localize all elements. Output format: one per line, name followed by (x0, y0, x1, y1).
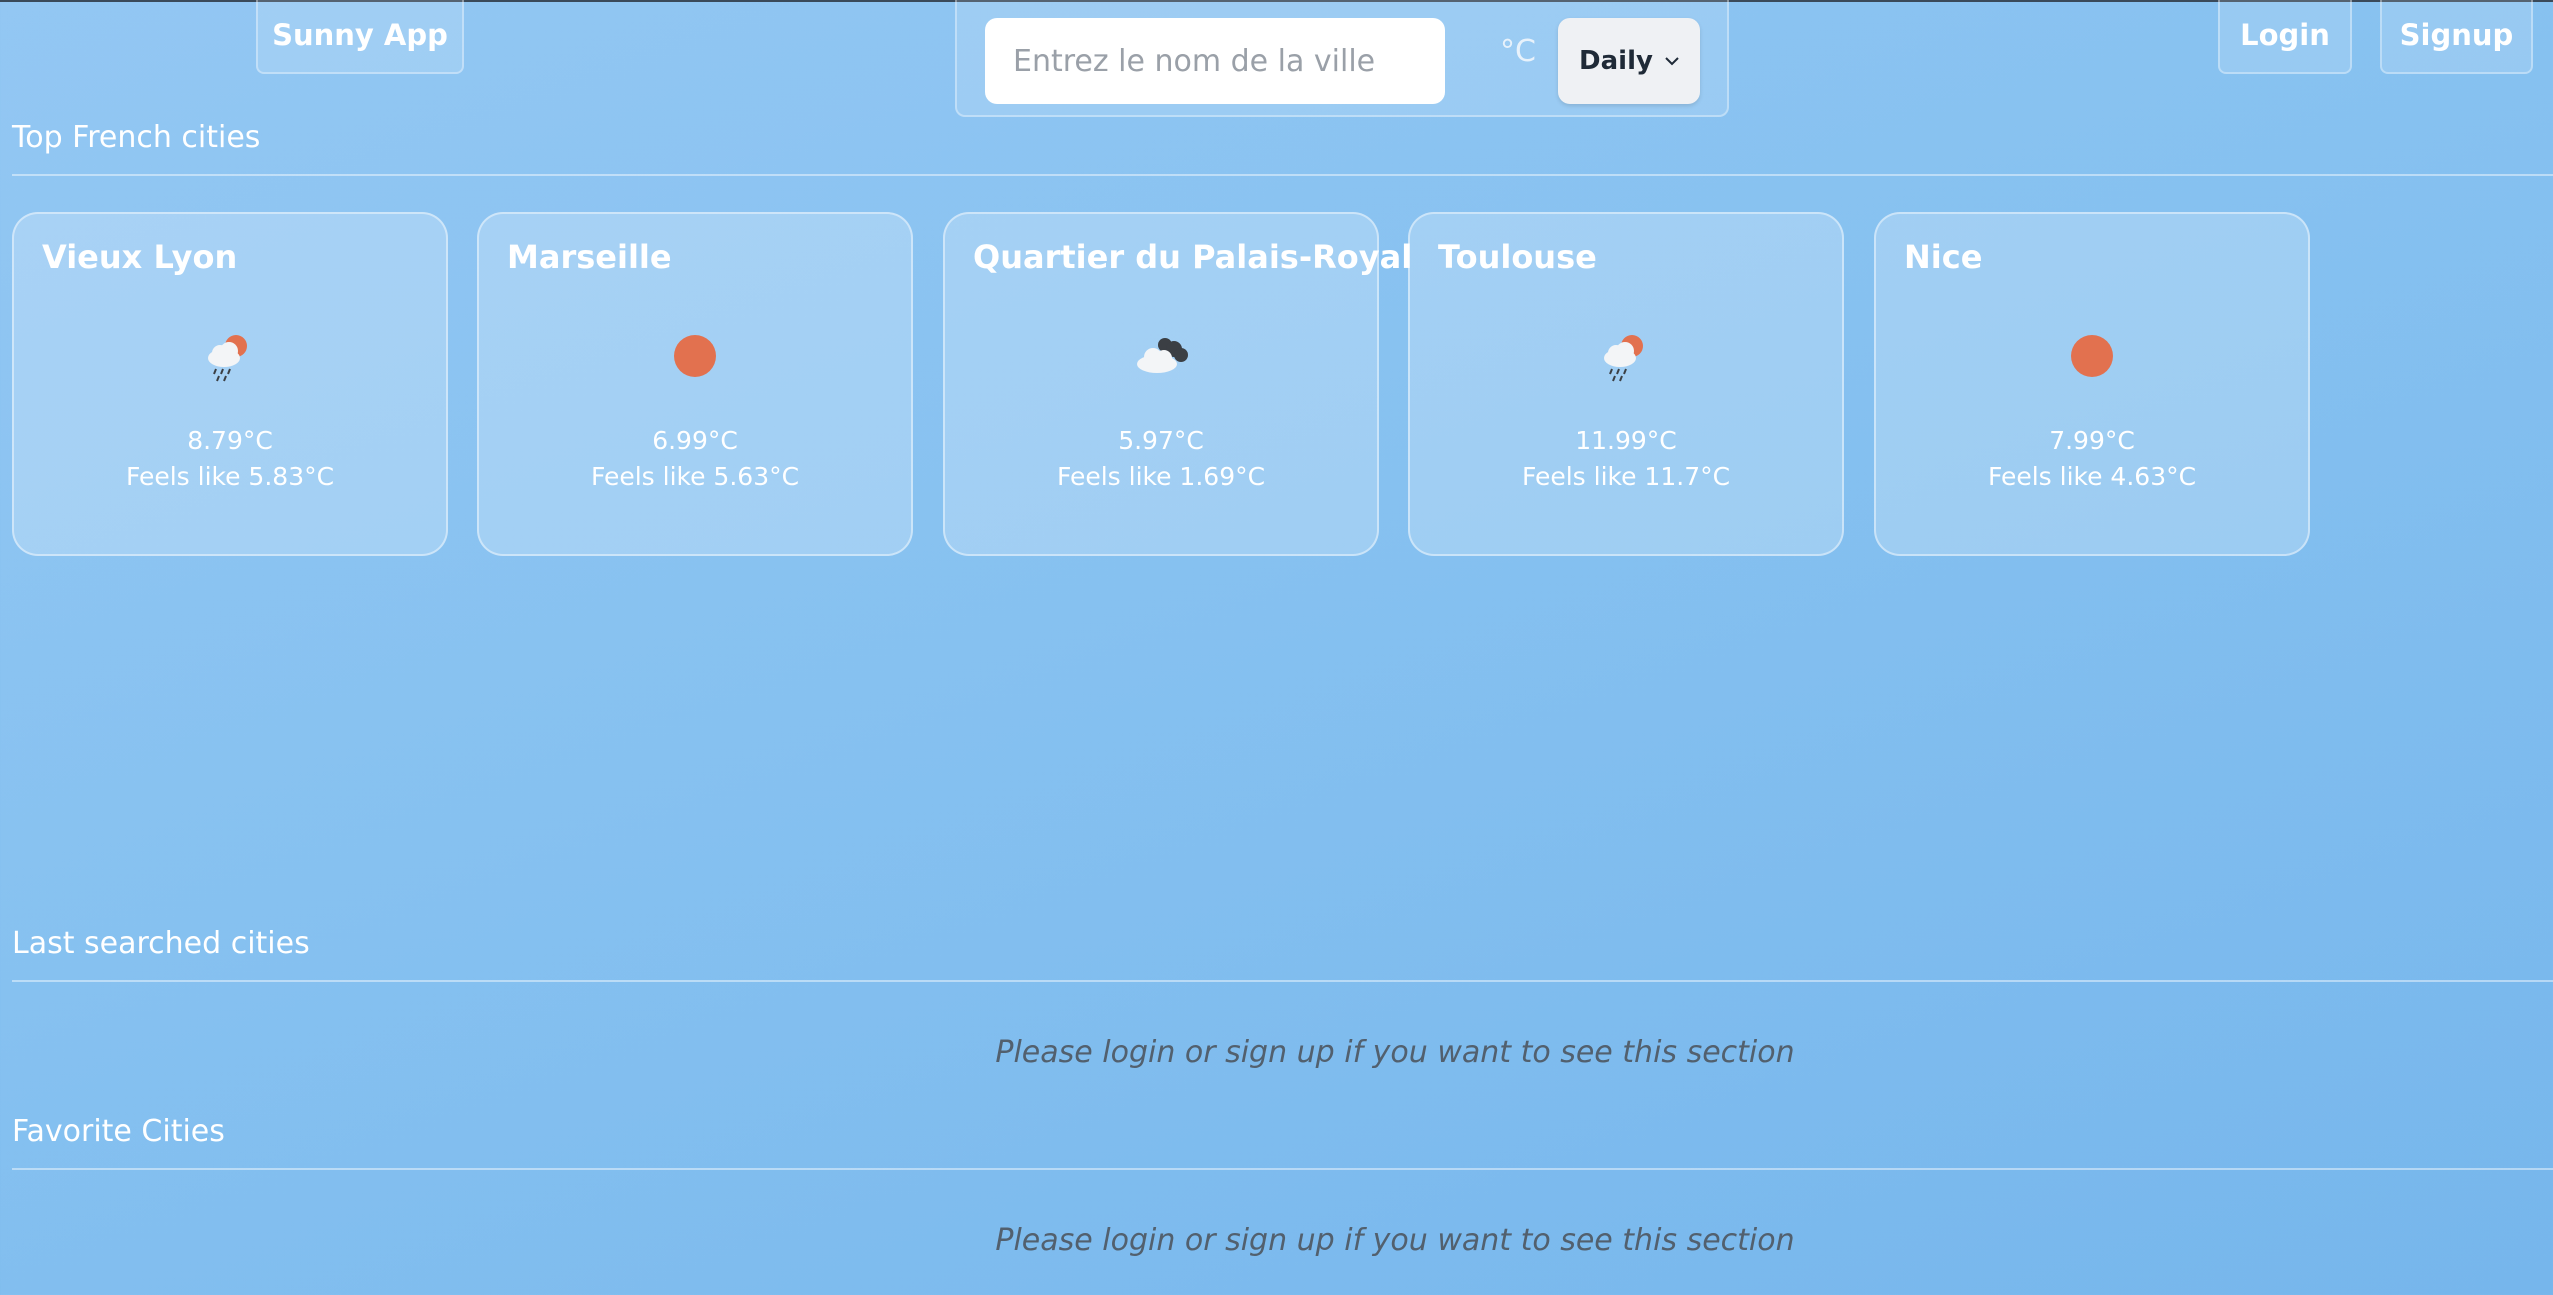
city-card[interactable]: Vieux Lyon 8.79°C Feels like 5.83°C (12, 212, 448, 556)
last-searched-divider (12, 980, 2553, 982)
sun-icon (2060, 324, 2124, 388)
city-feels-like: Feels like 5.63°C (590, 462, 800, 491)
favorites-title: Favorite Cities (12, 1114, 225, 1149)
city-name: Quartier du Palais-Royal (973, 238, 1413, 276)
city-card[interactable]: Quartier du Palais-Royal 5.97°C Feels li… (943, 212, 1412, 556)
sun-cloud-rain-icon (1594, 324, 1658, 388)
favorites-divider (12, 1168, 2553, 1170)
city-feels-like: Feels like 4.63°C (1987, 462, 2197, 491)
city-temperature: 11.99°C (1575, 426, 1677, 455)
top-cities-divider (12, 174, 2553, 176)
last-searched-login-notice: Please login or sign up if you want to s… (995, 1035, 1795, 1070)
city-name: Toulouse (1438, 238, 1597, 276)
search-panel: °C Daily (955, 0, 1729, 117)
forecast-mode-label: Daily (1579, 46, 1653, 76)
city-temperature: 5.97°C (1118, 426, 1204, 455)
top-cities-title: Top French cities (12, 120, 261, 155)
temperature-unit-toggle[interactable]: °C (1500, 34, 1536, 69)
city-temperature: 8.79°C (187, 426, 273, 455)
last-searched-title: Last searched cities (12, 926, 310, 961)
chevron-down-icon (1665, 51, 1679, 70)
sun-cloud-rain-icon (198, 324, 262, 388)
city-temperature: 7.99°C (2049, 426, 2135, 455)
city-name: Marseille (507, 238, 672, 276)
city-feels-like: Feels like 11.7°C (1521, 462, 1731, 491)
city-name: Vieux Lyon (42, 238, 238, 276)
city-search-input[interactable] (985, 18, 1445, 104)
signup-button[interactable]: Signup (2380, 0, 2533, 74)
city-card[interactable]: Toulouse 11.99°C Feels like 11.7°C (1408, 212, 1844, 556)
city-feels-like: Feels like 5.83°C (125, 462, 335, 491)
city-name: Nice (1904, 238, 1983, 276)
sun-icon (663, 324, 727, 388)
login-button[interactable]: Login (2218, 0, 2352, 74)
favorites-login-notice: Please login or sign up if you want to s… (995, 1223, 1795, 1258)
brand-button[interactable]: Sunny App (256, 0, 464, 74)
city-feels-like: Feels like 1.69°C (1056, 462, 1266, 491)
forecast-mode-select[interactable]: Daily (1558, 18, 1700, 104)
city-temperature: 6.99°C (652, 426, 738, 455)
clouds-icon (1129, 324, 1193, 388)
city-card[interactable]: Nice 7.99°C Feels like 4.63°C (1874, 212, 2310, 556)
city-card[interactable]: Marseille 6.99°C Feels like 5.63°C (477, 212, 913, 556)
